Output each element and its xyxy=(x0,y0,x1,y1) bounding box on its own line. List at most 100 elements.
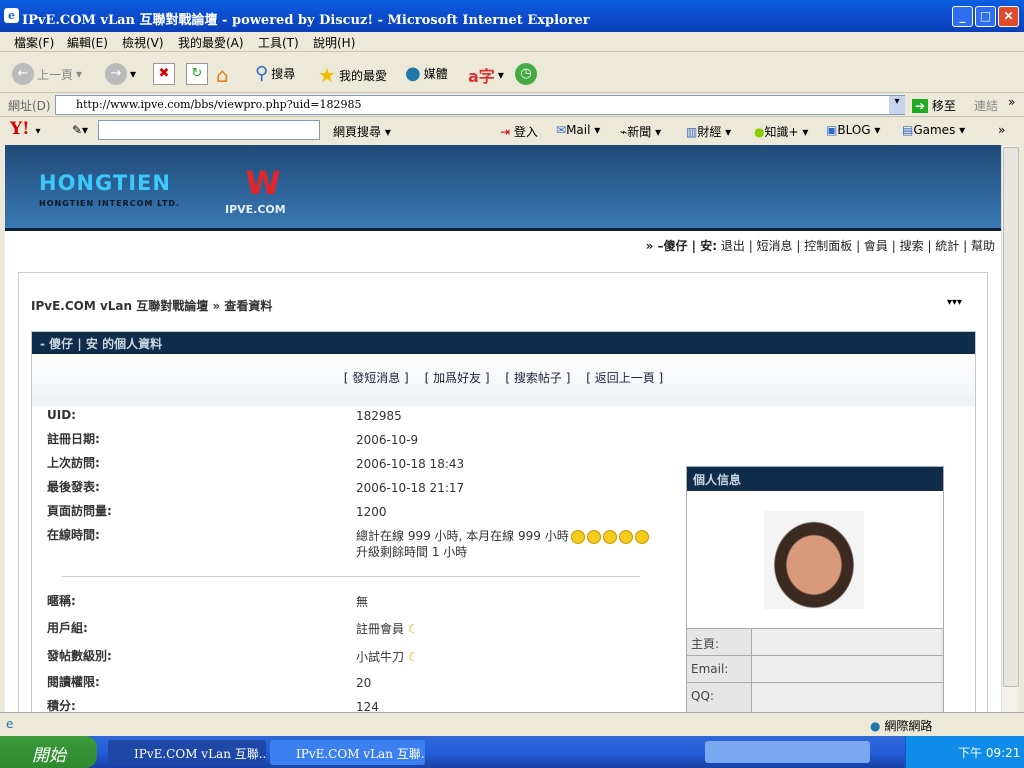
nav-logout[interactable]: 退出 xyxy=(721,239,745,253)
media-button[interactable]: ● 媒體 xyxy=(405,63,448,84)
system-tray: 下午 09:21 xyxy=(905,736,1024,768)
encoding-button[interactable]: a字 ▾ xyxy=(468,63,504,87)
menu-edit[interactable]: 編輯(E) xyxy=(67,34,108,51)
hongtien-logo[interactable]: HONGTIEN xyxy=(39,171,171,195)
globe-icon: ● xyxy=(870,719,881,733)
yahoo-search-input[interactable] xyxy=(98,120,320,140)
stop-button[interactable]: ✖ xyxy=(153,63,175,85)
chart-icon: ▥ xyxy=(686,125,698,139)
smiley-icon xyxy=(602,529,617,544)
profile-rows: UID: 182985 註冊日期: 2006-10-9 上次訪問: 2006-10-… xyxy=(32,332,649,714)
blog-button[interactable]: ▣BLOG ▾ xyxy=(826,123,880,137)
menu-bar: 檔案(F) 編輯(E) 檢視(V) 我的最愛(A) 工具(T) 說明(H) xyxy=(0,32,1024,52)
search-button[interactable]: ⚲ 搜尋 xyxy=(255,63,295,84)
page-content: HONGTIEN HONGTIEN INTERCOM LTD. W IPVE.C… xyxy=(5,145,1001,715)
menu-tools[interactable]: 工具(T) xyxy=(258,34,299,51)
go-back-link[interactable]: [ 返回上一頁 ] xyxy=(586,371,663,385)
moon-rank-icon: ☾ xyxy=(408,622,419,636)
menu-file[interactable]: 檔案(F) xyxy=(14,34,54,51)
menu-help[interactable]: 說明(H) xyxy=(313,34,355,51)
start-button[interactable]: 開始 xyxy=(0,736,97,768)
menu-favorites[interactable]: 我的最愛(A) xyxy=(178,34,244,51)
address-dropdown-button[interactable]: ▾ xyxy=(889,96,905,114)
yahoo-logo[interactable]: Y! ▾ xyxy=(10,119,41,139)
media-player-bar[interactable] xyxy=(705,741,870,763)
nav-stats[interactable]: 統計 xyxy=(935,239,959,253)
yahoo-more-icon[interactable]: » xyxy=(998,123,1005,137)
task-ie-2[interactable]: IPvE.COM vLan 互聯... xyxy=(270,740,425,765)
current-user[interactable]: » –傻仔 | 安: xyxy=(646,239,717,253)
go-arrow-icon: ➔ xyxy=(912,99,929,113)
forward-button[interactable]: → ▾ xyxy=(105,63,136,85)
go-button[interactable]: ➔ 移至 xyxy=(912,97,956,114)
yahoo-toolbar: Y! ▾ ✎▾ 網頁搜尋 ▾ ⇥ 登入 ✉Mail ▾ ⌁新聞 ▾ ▥財經 ▾ … xyxy=(0,117,1024,144)
field-value: 無 xyxy=(356,595,369,609)
login-button[interactable]: ⇥ 登入 xyxy=(500,123,538,140)
links-button[interactable]: 連結 xyxy=(974,97,998,114)
breadcrumb-forum[interactable]: IPvE.COM vLan 互聯對戰論壇 xyxy=(31,299,208,313)
ipve-logo-mark[interactable]: W xyxy=(233,165,293,201)
field-value: 小試牛刀 ☾ xyxy=(356,650,419,664)
personal-info-header: 個人信息 xyxy=(687,467,943,491)
door-icon: ⇥ xyxy=(500,125,511,139)
search-posts-link[interactable]: [ 搜索帖子 ] xyxy=(505,371,570,385)
taskbar: 開始 IPvE.COM vLan 互聯... IPvE.COM vLan 互聯.… xyxy=(0,736,1024,768)
back-arrow-icon: ← xyxy=(12,63,34,85)
address-input[interactable]: http://www.ipve.com/bbs/viewpro.php?uid=… xyxy=(55,95,905,115)
field-value: 2006-10-18 21:17 xyxy=(356,481,465,495)
back-button[interactable]: ← 上一頁 ▾ xyxy=(12,63,82,85)
forward-arrow-icon: → xyxy=(105,63,127,85)
menu-view[interactable]: 檢視(V) xyxy=(122,34,164,51)
homepage-row: 主頁: xyxy=(687,628,943,655)
news-button[interactable]: ⌁新聞 ▾ xyxy=(620,123,661,140)
scrollbar-thumb[interactable] xyxy=(1003,147,1019,687)
nav-control-panel[interactable]: 控制面板 xyxy=(804,239,852,253)
stop-icon: ✖ xyxy=(153,63,175,85)
history-button[interactable]: ◷ xyxy=(515,63,537,85)
address-label: 網址(D) xyxy=(8,99,51,113)
games-button[interactable]: ▤Games ▾ xyxy=(902,123,965,137)
window-title: IPvE.COM vLan 互聯對戰論壇 - powered by Discuz… xyxy=(22,13,590,28)
field-value: 2006-10-9 xyxy=(356,433,419,447)
ipve-logo-text: IPVE.COM xyxy=(225,203,286,216)
refresh-button[interactable]: ↻ xyxy=(186,63,208,85)
nav-members[interactable]: 會員 xyxy=(864,239,888,253)
nav-search[interactable]: 搜索 xyxy=(900,239,924,253)
web-search-button[interactable]: 網頁搜尋 ▾ xyxy=(333,123,391,140)
send-message-link[interactable]: [ 發短消息 ] xyxy=(344,371,409,385)
bean-icon: ● xyxy=(754,125,765,139)
jump-menu-icon[interactable]: ▾▾▾ xyxy=(947,297,962,308)
field-value: 1200 xyxy=(356,505,387,519)
minimize-button[interactable]: _ xyxy=(952,6,973,27)
nav-help[interactable]: 幫助 xyxy=(971,239,995,253)
field-label: 頁面訪問量: xyxy=(47,504,112,518)
site-banner: HONGTIEN HONGTIEN INTERCOM LTD. W IPVE.C… xyxy=(5,145,1001,231)
smiley-icon xyxy=(634,529,649,544)
encoding-icon: a字 xyxy=(468,67,495,86)
nav-messages[interactable]: 短消息 xyxy=(757,239,793,253)
divider xyxy=(62,576,640,577)
smiley-icon xyxy=(570,529,585,544)
knowledge-button[interactable]: ●知識+ ▾ xyxy=(754,123,808,140)
add-friend-link[interactable]: [ 加爲好友 ] xyxy=(425,371,490,385)
close-button[interactable]: ✕ xyxy=(998,6,1019,27)
pencil-icon[interactable]: ✎▾ xyxy=(72,123,88,137)
status-bar: e ● 網際網路 xyxy=(0,712,1024,736)
finance-button[interactable]: ▥財經 ▾ xyxy=(686,123,731,140)
chevron-icon[interactable]: » xyxy=(1008,95,1015,109)
vertical-scrollbar[interactable] xyxy=(1001,145,1019,712)
maximize-button[interactable]: □ xyxy=(975,6,996,27)
home-button[interactable]: ⌂ xyxy=(216,63,229,87)
qq-value xyxy=(751,683,941,715)
star-icon: ★ xyxy=(318,63,336,87)
profile-header: - 傻仔 | 安 的個人資料 xyxy=(32,332,975,354)
favorites-button[interactable]: ★ 我的最愛 xyxy=(318,63,387,87)
title-bar: e IPvE.COM vLan 互聯對戰論壇 - powered by Disc… xyxy=(0,0,1024,32)
mail-button[interactable]: ✉Mail ▾ xyxy=(556,123,600,137)
qq-row: QQ: xyxy=(687,682,943,715)
task-ie-1[interactable]: IPvE.COM vLan 互聯... xyxy=(108,740,266,765)
address-bar: 網址(D) http://www.ipve.com/bbs/viewpro.ph… xyxy=(0,93,1024,117)
top-nav: » –傻仔 | 安: 退出 | 短消息 | 控制面板 | 會員 | 搜索 | 統… xyxy=(645,239,995,253)
field-value: 註冊會員 ☾ xyxy=(356,622,419,636)
email-value xyxy=(751,656,941,682)
